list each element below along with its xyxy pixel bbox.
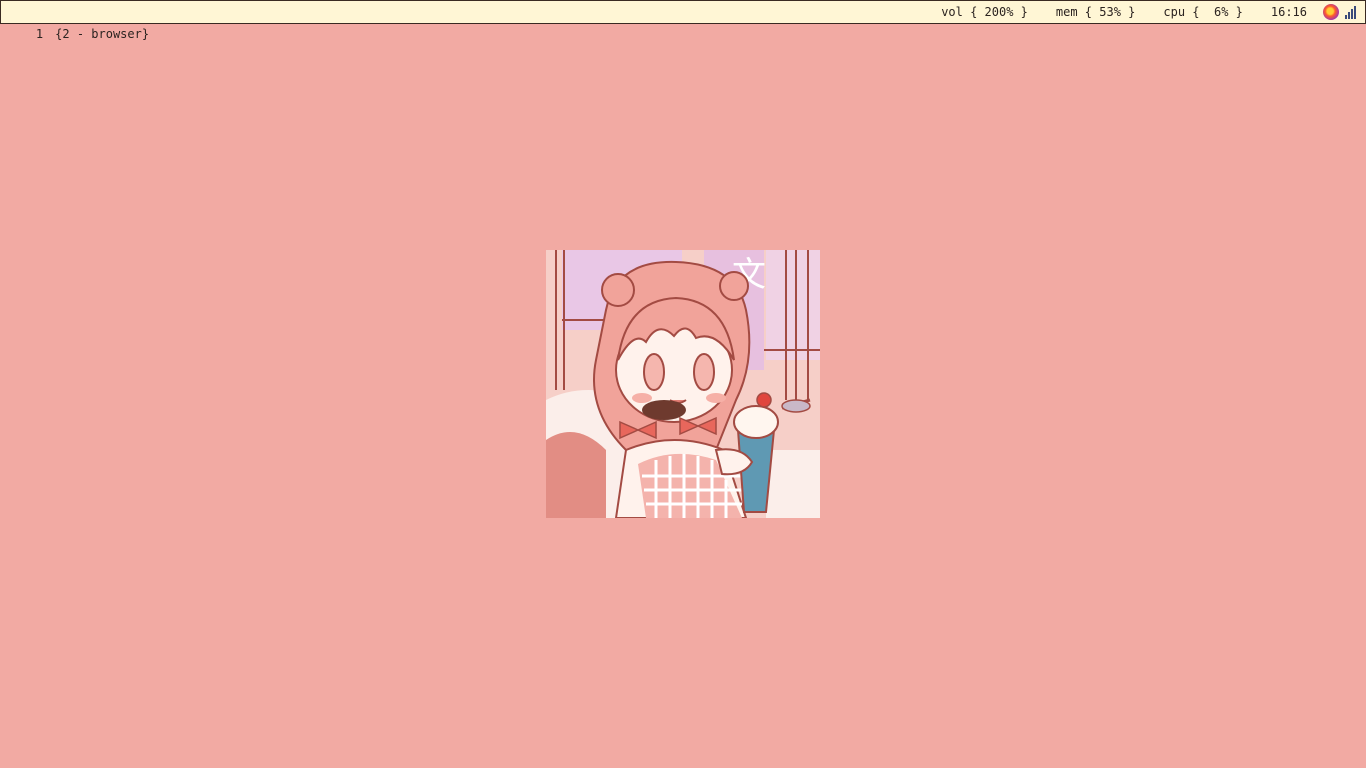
status-bar: 1 {2 - browser} vol { 200% } mem { 53% } … <box>0 0 1366 41</box>
workspace-indicator[interactable]: 1 {2 - browser} <box>7 1 149 67</box>
system-tray <box>1323 4 1359 20</box>
volume-status: vol { 200% } <box>941 5 1028 19</box>
workspace-number[interactable]: 1 <box>36 27 43 41</box>
cpu-status: cpu { 6% } <box>1163 5 1243 19</box>
artwork-illustration: 文 <box>546 250 820 518</box>
clock: 16:16 <box>1270 5 1307 19</box>
network-signal-icon[interactable] <box>1345 5 1359 19</box>
status-area: vol { 200% } mem { 53% } cpu { 6% } 16:1… <box>941 1 1359 23</box>
memory-status: mem { 53% } <box>1055 5 1136 19</box>
firefox-icon[interactable] <box>1323 4 1339 20</box>
wallpaper-artwork: 文 <box>546 250 820 518</box>
workspace-title: {2 - browser} <box>55 27 150 41</box>
